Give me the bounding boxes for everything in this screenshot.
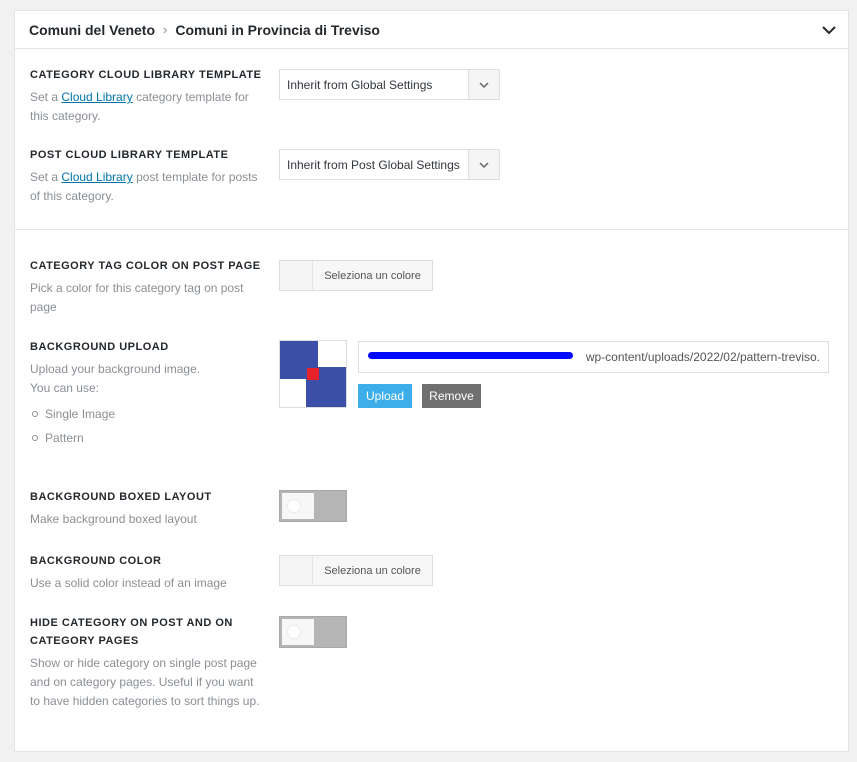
toggle-knob [282,493,314,519]
tag-color-row: CATEGORY TAG COLOR ON POST PAGE Pick a c… [30,257,265,317]
hide-cat-row: HIDE CATEGORY ON POST AND ON CATEGORY PA… [30,614,265,711]
color-swatch [280,556,313,585]
bg-color-picker-button[interactable]: Seleziona un colore [279,555,433,586]
section-divider [15,229,848,230]
cloud-library-link[interactable]: Cloud Library [61,90,132,104]
chevron-down-icon [468,150,499,179]
bg-color-row: BACKGROUND COLOR Use a solid color inste… [30,552,265,593]
tag-color-desc: Pick a color for this category tag on po… [30,281,244,314]
boxed-desc: Make background boxed layout [30,512,197,526]
list-item: Single Image [30,402,265,426]
panel-header: Comuni del Veneto › Comuni in Provincia … [15,11,848,49]
breadcrumb-parent[interactable]: Comuni del Veneto [29,22,155,38]
cloud-post-select[interactable]: Inherit from Post Global Settings [279,149,500,180]
category-settings-panel: Comuni del Veneto › Comuni in Provincia … [14,10,849,752]
color-picker-label: Seleziona un colore [313,261,432,290]
chevron-down-icon[interactable] [820,21,838,39]
cloud-post-row: POST CLOUD LIBRARY TEMPLATE Set a Cloud … [30,146,265,206]
bg-upload-row: BACKGROUND UPLOAD Upload your background… [30,338,265,450]
color-swatch [280,261,313,290]
redaction-scribble [368,352,573,359]
cloud-category-desc: Set a Cloud Library category template fo… [30,90,249,123]
boxed-label: BACKGROUND BOXED LAYOUT [30,491,212,503]
chevron-down-icon [468,70,499,99]
hide-cat-toggle[interactable] [279,616,347,648]
cloud-category-label: CATEGORY CLOUD LIBRARY TEMPLATE [30,69,262,81]
cloud-category-select[interactable]: Inherit from Global Settings [279,69,500,100]
breadcrumb-current: Comuni in Provincia di Treviso [175,21,380,38]
bg-upload-label: BACKGROUND UPLOAD [30,341,169,353]
bg-color-desc: Use a solid color instead of an image [30,576,227,590]
toggle-knob [282,619,314,645]
boxed-row: BACKGROUND BOXED LAYOUT Make background … [30,488,265,529]
list-item: Pattern [30,426,265,450]
cloud-category-select-value: Inherit from Global Settings [287,77,433,92]
bg-color-label: BACKGROUND COLOR [30,555,162,567]
bg-image-preview [279,340,347,408]
tag-color-label: CATEGORY TAG COLOR ON POST PAGE [30,260,261,272]
cloud-library-link[interactable]: Cloud Library [61,170,132,184]
bg-upload-options: Single Image Pattern [30,402,265,450]
cloud-post-desc: Set a Cloud Library post template for po… [30,170,258,203]
cloud-post-select-value: Inherit from Post Global Settings [287,157,460,172]
hide-cat-desc: Show or hide category on single post pag… [30,656,260,708]
color-picker-label: Seleziona un colore [313,556,432,585]
boxed-toggle[interactable] [279,490,347,522]
bg-upload-desc: Upload your background image. You can us… [30,362,201,395]
hide-cat-label: HIDE CATEGORY ON POST AND ON CATEGORY PA… [30,617,233,647]
bg-url-value: wp-content/uploads/2022/02/pattern-trevi… [585,350,820,364]
breadcrumb-separator: › [163,22,168,37]
tag-color-picker-button[interactable]: Seleziona un colore [279,260,433,291]
upload-button[interactable]: Upload [358,384,412,408]
cloud-category-row: CATEGORY CLOUD LIBRARY TEMPLATE Set a Cl… [30,66,265,126]
cloud-post-label: POST CLOUD LIBRARY TEMPLATE [30,149,229,161]
remove-button[interactable]: Remove [422,384,481,408]
